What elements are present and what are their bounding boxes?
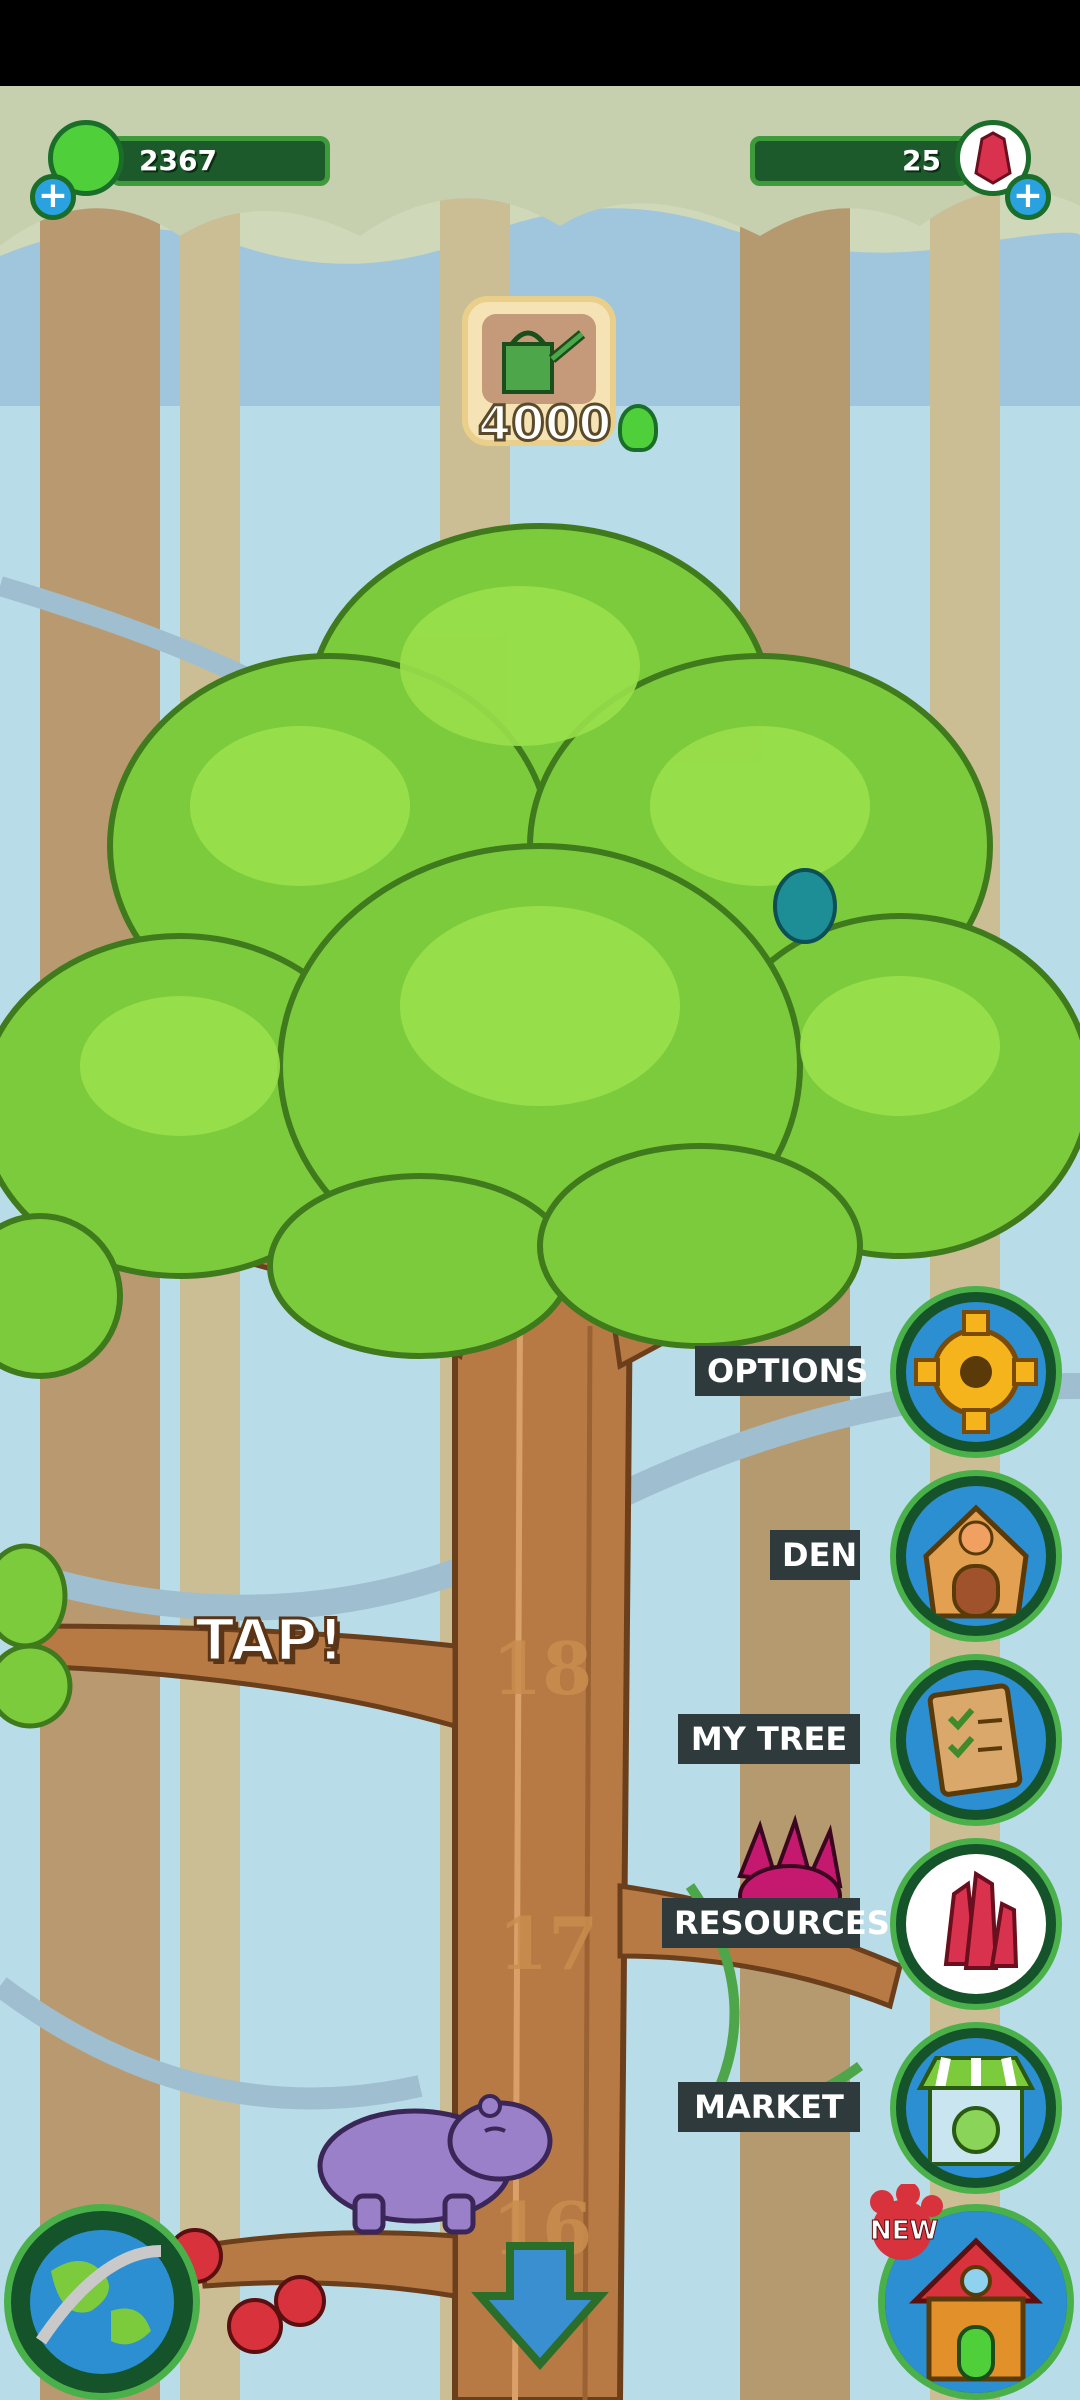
- scroll-down-button[interactable]: [470, 2236, 610, 2376]
- add-jelly-button[interactable]: +: [30, 174, 76, 220]
- menu-label-den[interactable]: DEN: [770, 1530, 860, 1580]
- menu-label-resources[interactable]: RESOURCES: [662, 1898, 890, 1948]
- new-badge: NEW: [852, 2184, 952, 2264]
- level-marker-17: 17: [498, 1901, 599, 1986]
- gem-count: 25: [902, 144, 941, 177]
- game-scene: TAP! 18 17 16 2367 + 25 + 4000 OPTIONS D…: [0, 86, 1080, 2400]
- menu-label-my-tree[interactable]: MY TREE: [678, 1714, 860, 1764]
- market-button[interactable]: [890, 2022, 1062, 2194]
- checklist-board-icon: [927, 1683, 1023, 1797]
- menu-label-market[interactable]: MARKET: [678, 2082, 860, 2132]
- new-badge-label: NEW: [869, 2216, 939, 2247]
- my-tree-button[interactable]: [890, 1654, 1062, 1826]
- tap-hint-label: TAP!: [194, 1605, 346, 1676]
- level-marker-18: 18: [492, 1626, 593, 1711]
- menu-label-options[interactable]: OPTIONS: [695, 1346, 868, 1396]
- gear-icon: [914, 1310, 1038, 1434]
- jelly-count: 2367: [139, 144, 217, 177]
- market-stall-icon: [916, 2056, 1036, 2166]
- down-arrow-icon: [471, 2242, 609, 2371]
- watering-can-icon: [482, 314, 596, 404]
- upgrade-cost: 4000: [477, 395, 614, 454]
- resources-button[interactable]: [890, 1838, 1062, 2010]
- globe-icon: [30, 2230, 174, 2374]
- jelly-cost-icon: [618, 404, 658, 452]
- gem-currency-bar: 25: [750, 136, 970, 186]
- jelly-currency-bar: 2367: [110, 136, 330, 186]
- options-button[interactable]: [890, 1286, 1062, 1458]
- add-gems-button[interactable]: +: [1005, 174, 1051, 220]
- den-house-icon: [923, 1504, 1029, 1619]
- world-map-button[interactable]: [4, 2204, 200, 2400]
- den-button[interactable]: [890, 1470, 1062, 1642]
- crystal-icon: [943, 1870, 1019, 1970]
